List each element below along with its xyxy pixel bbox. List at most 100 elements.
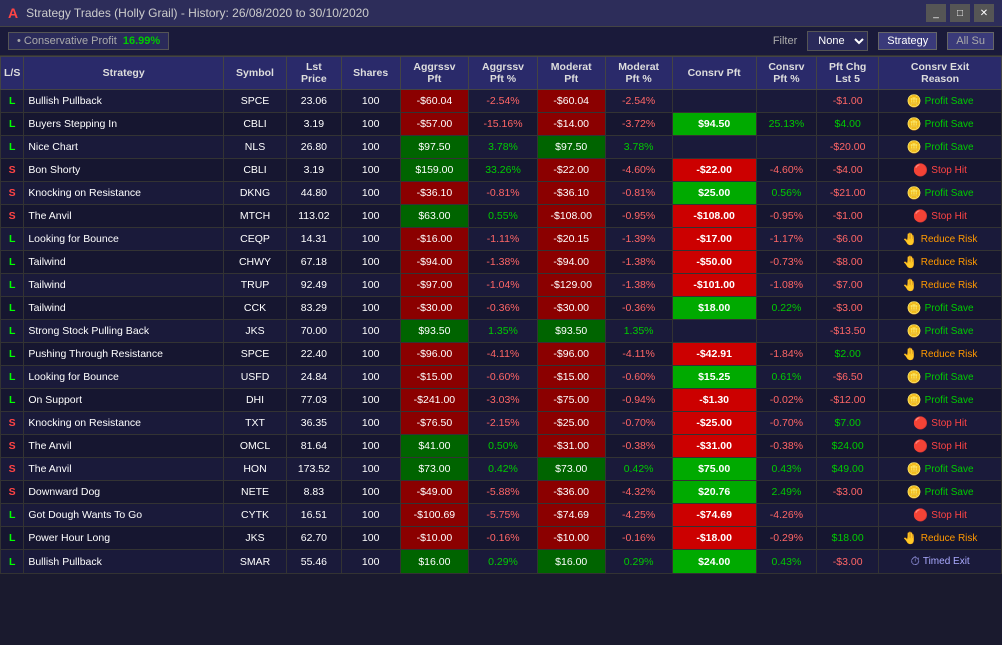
symbol-cell: HON bbox=[224, 458, 287, 481]
price-cell: 113.02 bbox=[287, 205, 342, 228]
ls-indicator: S bbox=[9, 417, 16, 429]
table-row: L Tailwind TRUP 92.49 100 -$97.00 -1.04%… bbox=[1, 274, 1002, 297]
exit-reason-cell: 🔴 Stop Hit bbox=[879, 504, 1002, 527]
mod-pft-cell: -$36.10 bbox=[537, 182, 605, 205]
exit-text: Profit Save bbox=[925, 326, 974, 337]
mod-pft-cell: -$75.00 bbox=[537, 389, 605, 412]
exit-text: Profit Save bbox=[925, 96, 974, 107]
pft-chg-cell: -$20.00 bbox=[817, 136, 879, 159]
aggr-pct-cell: 0.29% bbox=[469, 550, 538, 574]
title-bar: A Strategy Trades (Holly Grail) - Histor… bbox=[0, 0, 1002, 27]
shares-cell: 100 bbox=[341, 182, 400, 205]
aggr-pft-cell: -$10.00 bbox=[400, 527, 469, 550]
shares-cell: 100 bbox=[341, 435, 400, 458]
shares-cell: 100 bbox=[341, 159, 400, 182]
header-symbol: Symbol bbox=[224, 57, 287, 90]
table-row: L Pushing Through Resistance SPCE 22.40 … bbox=[1, 343, 1002, 366]
strategy-cell: Looking for Bounce bbox=[24, 366, 224, 389]
shares-cell: 100 bbox=[341, 274, 400, 297]
minimize-button[interactable]: _ bbox=[926, 4, 946, 22]
coin-icon: 🪙 bbox=[907, 117, 922, 131]
consrv-pct-cell: 0.56% bbox=[756, 182, 816, 205]
ls-cell: S bbox=[1, 458, 24, 481]
exit-badge: 🪙 Profit Save bbox=[904, 139, 977, 155]
mod-pct-cell: -0.60% bbox=[605, 366, 672, 389]
ls-indicator: L bbox=[9, 118, 15, 130]
consrv-pct-cell: -0.95% bbox=[756, 205, 816, 228]
close-button[interactable]: ✕ bbox=[974, 4, 994, 22]
symbol-cell: SPCE bbox=[224, 343, 287, 366]
toolbar: • Conservative Profit 16.99% Filter None… bbox=[0, 27, 1002, 56]
mod-pct-cell: -4.32% bbox=[605, 481, 672, 504]
price-cell: 3.19 bbox=[287, 159, 342, 182]
ls-cell: L bbox=[1, 389, 24, 412]
mod-pct-cell: -0.94% bbox=[605, 389, 672, 412]
shares-cell: 100 bbox=[341, 458, 400, 481]
exit-reason-cell: 🪙 Profit Save bbox=[879, 113, 1002, 136]
ls-indicator: S bbox=[9, 210, 16, 222]
pft-chg-cell: -$1.00 bbox=[817, 205, 879, 228]
coin-icon: 🪙 bbox=[907, 186, 922, 200]
ls-indicator: L bbox=[9, 141, 15, 153]
hand-icon: 🤚 bbox=[903, 232, 918, 246]
shares-cell: 100 bbox=[341, 550, 400, 574]
exit-badge: 🪙 Profit Save bbox=[904, 116, 977, 132]
all-button[interactable]: All Su bbox=[947, 32, 994, 50]
aggr-pct-cell: 0.55% bbox=[469, 205, 538, 228]
header-aggr-pct: AggrssvPft % bbox=[469, 57, 538, 90]
hand-icon: 🤚 bbox=[903, 347, 918, 361]
maximize-button[interactable]: □ bbox=[950, 4, 970, 22]
ls-cell: L bbox=[1, 504, 24, 527]
coin-icon: 🪙 bbox=[907, 324, 922, 338]
ls-cell: L bbox=[1, 343, 24, 366]
ls-indicator: S bbox=[9, 440, 16, 452]
exit-text: Stop Hit bbox=[931, 211, 967, 222]
exit-badge: 🪙 Profit Save bbox=[904, 93, 977, 109]
ls-indicator: S bbox=[9, 463, 16, 475]
table-row: L Bullish Pullback SPCE 23.06 100 -$60.0… bbox=[1, 90, 1002, 113]
price-cell: 36.35 bbox=[287, 412, 342, 435]
shares-cell: 100 bbox=[341, 481, 400, 504]
coin-icon: 🪙 bbox=[907, 370, 922, 384]
strategy-cell: Pushing Through Resistance bbox=[24, 343, 224, 366]
exit-reason-cell: 🤚 Reduce Risk bbox=[879, 251, 1002, 274]
mod-pft-cell: -$74.69 bbox=[537, 504, 605, 527]
strategy-button[interactable]: Strategy bbox=[878, 32, 937, 50]
consrv-pft-cell: $20.76 bbox=[672, 481, 756, 504]
ls-indicator: S bbox=[9, 486, 16, 498]
header-strategy: Strategy bbox=[24, 57, 224, 90]
exit-badge: 🤚 Reduce Risk bbox=[900, 277, 981, 293]
consrv-pct-cell: -1.08% bbox=[756, 274, 816, 297]
consrv-pct-cell: 0.61% bbox=[756, 366, 816, 389]
exit-badge: 🪙 Profit Save bbox=[904, 323, 977, 339]
header-consrv-pft: Consrv Pft bbox=[672, 57, 756, 90]
mod-pft-cell: -$36.00 bbox=[537, 481, 605, 504]
mod-pft-cell: $73.00 bbox=[537, 458, 605, 481]
exit-reason-cell: 🤚 Reduce Risk bbox=[879, 527, 1002, 550]
ls-indicator: L bbox=[9, 348, 15, 360]
symbol-cell: CHWY bbox=[224, 251, 287, 274]
exit-badge: 🤚 Reduce Risk bbox=[900, 530, 981, 546]
table-header-row: L/S Strategy Symbol LstPrice Shares Aggr… bbox=[1, 57, 1002, 90]
mod-pft-cell: -$31.00 bbox=[537, 435, 605, 458]
exit-reason-cell: 🪙 Profit Save bbox=[879, 389, 1002, 412]
ls-cell: L bbox=[1, 550, 24, 574]
filter-dropdown[interactable]: None bbox=[807, 31, 868, 51]
ls-cell: S bbox=[1, 205, 24, 228]
consrv-pct-cell: 0.43% bbox=[756, 550, 816, 574]
pft-chg-cell: $2.00 bbox=[817, 343, 879, 366]
aggr-pft-cell: -$96.00 bbox=[400, 343, 469, 366]
pft-chg-cell: -$6.50 bbox=[817, 366, 879, 389]
strategy-cell: Tailwind bbox=[24, 274, 224, 297]
aggr-pct-cell: -2.15% bbox=[469, 412, 538, 435]
pft-chg-cell: $18.00 bbox=[817, 527, 879, 550]
profit-label: • Conservative Profit bbox=[17, 35, 117, 47]
price-cell: 70.00 bbox=[287, 320, 342, 343]
aggr-pft-cell: -$241.00 bbox=[400, 389, 469, 412]
mod-pct-cell: -0.95% bbox=[605, 205, 672, 228]
consrv-pct-cell: -0.70% bbox=[756, 412, 816, 435]
exit-badge: 🔴 Stop Hit bbox=[910, 208, 970, 224]
consrv-pct-cell: -1.84% bbox=[756, 343, 816, 366]
symbol-cell: CBLI bbox=[224, 113, 287, 136]
aggr-pct-cell: -0.16% bbox=[469, 527, 538, 550]
